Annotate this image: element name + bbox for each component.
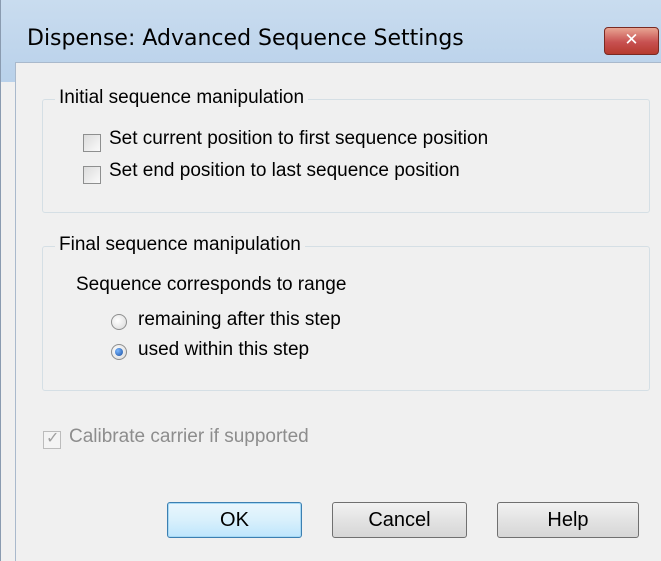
- used-within-step-radio[interactable]: [111, 344, 127, 360]
- set-current-position-checkbox[interactable]: [83, 134, 101, 152]
- calibrate-carrier-checkbox[interactable]: ✓: [43, 428, 61, 449]
- radio-selected-indicator: [115, 348, 123, 356]
- final-sequence-group-title: Final sequence manipulation: [55, 234, 305, 256]
- window-title: Dispense: Advanced Sequence Settings: [27, 26, 464, 51]
- remaining-after-step-label[interactable]: remaining after this step: [138, 309, 341, 331]
- check-icon: ✓: [46, 428, 60, 447]
- close-button[interactable]: ✕: [604, 27, 659, 55]
- remaining-after-step-radio[interactable]: [111, 314, 127, 330]
- cancel-button[interactable]: Cancel: [332, 502, 467, 538]
- set-current-position-label[interactable]: Set current position to first sequence p…: [109, 128, 488, 150]
- set-end-position-checkbox[interactable]: [83, 166, 101, 184]
- dialog-body: Initial sequence manipulation Set curren…: [15, 62, 661, 561]
- initial-sequence-group: Initial sequence manipulation Set curren…: [42, 87, 650, 213]
- sequence-range-prompt: Sequence corresponds to range: [76, 274, 347, 295]
- set-end-position-label[interactable]: Set end position to last sequence positi…: [109, 160, 460, 182]
- ok-button[interactable]: OK: [167, 502, 302, 538]
- calibrate-carrier-label: Calibrate carrier if supported: [69, 426, 309, 447]
- help-button[interactable]: Help: [497, 502, 639, 538]
- used-within-step-label[interactable]: used within this step: [138, 339, 309, 361]
- initial-sequence-group-title: Initial sequence manipulation: [55, 87, 309, 109]
- dialog-window: Dispense: Advanced Sequence Settings ✕ I…: [0, 0, 661, 561]
- final-sequence-group: Final sequence manipulation Sequence cor…: [42, 234, 650, 391]
- close-icon: ✕: [624, 30, 639, 50]
